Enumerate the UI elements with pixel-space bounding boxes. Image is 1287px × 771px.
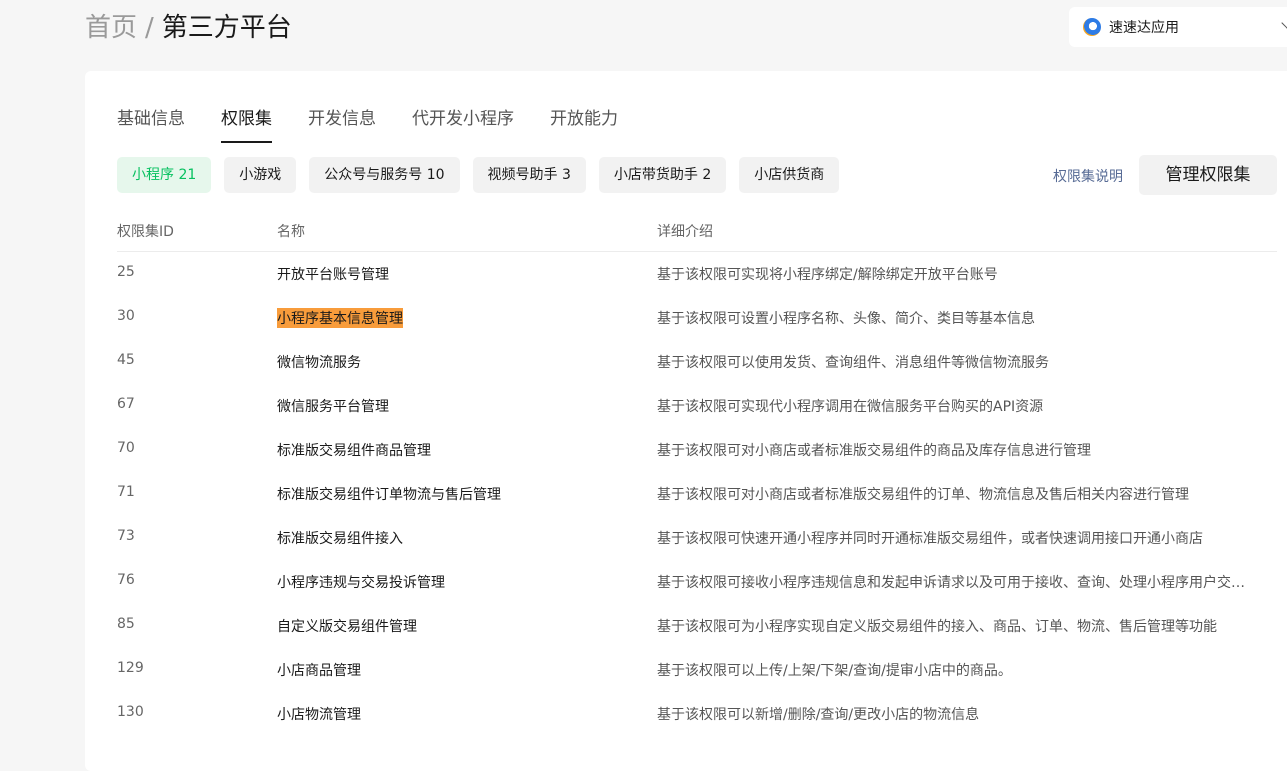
table-row: 25 开放平台账号管理 基于该权限可实现将小程序绑定/解除绑定开放平台账号 xyxy=(117,252,1277,296)
breadcrumb: 首页 / 第三方平台 xyxy=(85,10,292,46)
row-name: 小店物流管理 xyxy=(277,707,361,723)
row-name-highlighted: 小程序基本信息管理 xyxy=(277,308,403,328)
row-name: 标准版交易组件订单物流与售后管理 xyxy=(277,487,501,503)
tab-dev-info[interactable]: 开发信息 xyxy=(308,107,376,143)
column-header-name: 名称 xyxy=(277,224,305,240)
table-row: 85 自定义版交易组件管理 基于该权限可为小程序实现自定义版交易组件的接入、商品… xyxy=(117,604,1277,648)
row-id: 85 xyxy=(117,616,135,632)
row-desc: 基于该权限可以上传/上架/下架/查询/提审小店中的商品。 xyxy=(657,663,1012,679)
chip-miniprogram[interactable]: 小程序 21 xyxy=(117,157,212,193)
row-id: 130 xyxy=(117,704,144,720)
row-desc: 基于该权限可设置小程序名称、头像、简介、类目等基本信息 xyxy=(657,311,1035,327)
chip-shop-sales-assistant[interactable]: 小店带货助手 2 xyxy=(598,157,727,193)
row-id: 70 xyxy=(117,440,135,456)
table-row: 30 小程序基本信息管理 基于该权限可设置小程序名称、头像、简介、类目等基本信息 xyxy=(117,296,1277,340)
chip-minigame[interactable]: 小游戏 xyxy=(224,157,297,193)
row-name: 小店商品管理 xyxy=(277,663,361,679)
row-name: 标准版交易组件接入 xyxy=(277,531,403,547)
category-filter: 小程序 21 小游戏 公众号与服务号 10 视频号助手 3 小店带货助手 2 小… xyxy=(117,157,852,193)
chevron-down-icon xyxy=(1281,17,1287,29)
row-name: 标准版交易组件商品管理 xyxy=(277,443,431,459)
row-desc: 基于该权限可为小程序实现自定义版交易组件的接入、商品、订单、物流、售后管理等功能 xyxy=(657,619,1217,635)
row-desc: 基于该权限可对小商店或者标准版交易组件的订单、物流信息及售后相关内容进行管理 xyxy=(657,487,1189,503)
row-desc: 基于该权限可快速开通小程序并同时开通标准版交易组件，或者快速调用接口开通小商店 xyxy=(657,531,1203,547)
row-id: 30 xyxy=(117,308,135,324)
main-card: 基础信息 权限集 开发信息 代开发小程序 开放能力 小程序 21 小游戏 公众号… xyxy=(85,71,1287,771)
chip-official-account[interactable]: 公众号与服务号 10 xyxy=(309,157,460,193)
permission-table-body: 25 开放平台账号管理 基于该权限可实现将小程序绑定/解除绑定开放平台账号 30… xyxy=(117,252,1277,736)
permission-help-link[interactable]: 权限集说明 xyxy=(1053,166,1123,186)
row-name: 微信物流服务 xyxy=(277,355,361,371)
tab-basic-info[interactable]: 基础信息 xyxy=(117,107,185,143)
chip-shop-supplier[interactable]: 小店供货商 xyxy=(739,157,840,193)
table-row: 130 小店物流管理 基于该权限可以新增/删除/查询/更改小店的物流信息 xyxy=(117,692,1277,736)
row-desc: 基于该权限可接收小程序违规信息和发起申诉请求以及可用于接收、查询、处理小程序用户… xyxy=(657,575,1245,591)
app-name: 速速达应用 xyxy=(1109,20,1179,36)
row-id: 71 xyxy=(117,484,135,500)
app-logo-icon xyxy=(1083,18,1101,36)
row-desc: 基于该权限可对小商店或者标准版交易组件的商品及库存信息进行管理 xyxy=(657,443,1091,459)
table-row: 45 微信物流服务 基于该权限可以使用发货、查询组件、消息组件等微信物流服务 xyxy=(117,340,1277,384)
tab-permission-sets[interactable]: 权限集 xyxy=(221,107,272,143)
row-id: 45 xyxy=(117,352,135,368)
table-row: 129 小店商品管理 基于该权限可以上传/上架/下架/查询/提审小店中的商品。 xyxy=(117,648,1277,692)
table-row: 71 标准版交易组件订单物流与售后管理 基于该权限可对小商店或者标准版交易组件的… xyxy=(117,472,1277,516)
row-desc: 基于该权限可以使用发货、查询组件、消息组件等微信物流服务 xyxy=(657,355,1049,371)
page-title: 第三方平台 xyxy=(161,13,292,43)
row-id: 73 xyxy=(117,528,135,544)
tab-open-capabilities[interactable]: 开放能力 xyxy=(550,107,618,143)
row-name: 开放平台账号管理 xyxy=(277,267,389,283)
row-desc: 基于该权限可以新增/删除/查询/更改小店的物流信息 xyxy=(657,707,980,723)
row-id: 129 xyxy=(117,660,144,676)
breadcrumb-separator: / xyxy=(145,13,154,43)
table-row: 73 标准版交易组件接入 基于该权限可快速开通小程序并同时开通标准版交易组件，或… xyxy=(117,516,1277,560)
row-desc: 基于该权限可实现代小程序调用在微信服务平台购买的API资源 xyxy=(657,399,1044,415)
app-switcher[interactable]: 速速达应用 xyxy=(1069,7,1287,47)
tab-bar: 基础信息 权限集 开发信息 代开发小程序 开放能力 xyxy=(117,107,654,143)
row-desc: 基于该权限可实现将小程序绑定/解除绑定开放平台账号 xyxy=(657,267,998,283)
row-id: 76 xyxy=(117,572,135,588)
tab-proxy-dev-miniprogram[interactable]: 代开发小程序 xyxy=(412,107,514,143)
table-row: 70 标准版交易组件商品管理 基于该权限可对小商店或者标准版交易组件的商品及库存… xyxy=(117,428,1277,472)
column-header-id: 权限集ID xyxy=(117,224,174,240)
row-name: 自定义版交易组件管理 xyxy=(277,619,417,635)
manage-permissions-button[interactable]: 管理权限集 xyxy=(1139,155,1277,195)
row-name: 小程序违规与交易投诉管理 xyxy=(277,575,445,591)
row-id: 67 xyxy=(117,396,135,412)
chip-channels-assistant[interactable]: 视频号助手 3 xyxy=(472,157,586,193)
row-name: 微信服务平台管理 xyxy=(277,399,389,415)
table-header: 权限集ID 名称 详细介绍 xyxy=(117,211,1277,252)
breadcrumb-home-link[interactable]: 首页 xyxy=(85,10,137,46)
row-id: 25 xyxy=(117,264,135,280)
table-row: 76 小程序违规与交易投诉管理 基于该权限可接收小程序违规信息和发起申诉请求以及… xyxy=(117,560,1277,604)
table-row: 67 微信服务平台管理 基于该权限可实现代小程序调用在微信服务平台购买的API资… xyxy=(117,384,1277,428)
column-header-desc: 详细介绍 xyxy=(657,224,713,240)
